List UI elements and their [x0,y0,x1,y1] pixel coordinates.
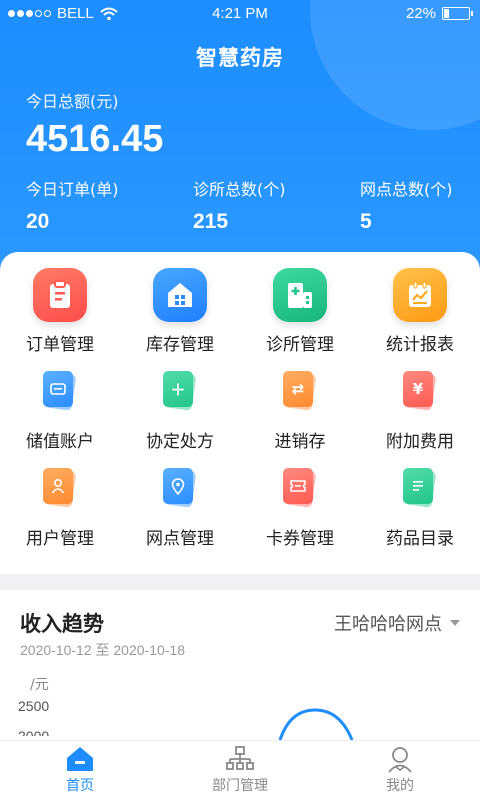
menu-item-additional-fees[interactable]: ¥ 附加费用 [360,365,480,462]
trend-date-range: 2020-10-12 至 2020-10-18 [20,642,186,658]
stat-outlets: 网点总数(个) 5 [360,176,453,234]
battery-icon [442,7,473,20]
outlet-selector-value: 王哈哈哈网点 [334,614,442,635]
page-title: 智慧药房 [196,46,284,70]
trend-line-chart [278,708,354,740]
today-total-label: 今日总额(元) [26,92,119,111]
stat-orders: 今日订单(单) 20 [26,176,119,234]
menu-item-label: 订单管理 [26,335,94,355]
menu-item-label: 诊所管理 [266,335,334,355]
menu-item-inventory-management[interactable]: 库存管理 [120,268,240,365]
menu-item-order-management[interactable]: 订单管理 [0,268,120,365]
stat-value: 215 [193,210,229,233]
menu-item-label: 卡券管理 [266,529,334,549]
menu-item-purchase-sale-stock[interactable]: ⇄ 进销存 [240,365,360,462]
tab-label: 首页 [66,778,94,794]
stat-value: 20 [26,210,50,233]
tab-label: 部门管理 [212,778,268,794]
function-menu-card: 订单管理 库存管理 诊所管理 统计报表 储值账户 ＋ 协定处方 ⇄ 进销存 ¥ … [0,252,480,574]
tab-home[interactable]: 首页 [0,741,160,800]
menu-item-label: 用户管理 [26,529,94,549]
prescription-icon: ＋ [153,365,207,419]
stat-label: 网点总数(个) [360,180,453,199]
menu-item-outlet-management[interactable]: 网点管理 [120,462,240,559]
wallet-card-icon [33,365,87,419]
org-chart-icon [226,746,254,770]
coupon-icon [273,462,327,516]
menu-item-statistics-report[interactable]: 统计报表 [360,268,480,365]
tab-department-management[interactable]: 部门管理 [160,741,320,800]
stat-value: 5 [360,210,372,233]
menu-item-label: 进销存 [274,432,326,452]
function-grid: 订单管理 库存管理 诊所管理 统计报表 储值账户 ＋ 协定处方 ⇄ 进销存 ¥ … [0,268,480,559]
dashboard-header: BELL 4:21 PM 22% 智慧药房 今日总额(元) 4516.45 今日… [0,0,480,270]
chart-report-icon [393,268,447,322]
today-total-value: 4516.45 [26,118,164,160]
menu-item-drug-catalog[interactable]: 药品目录 [360,462,480,559]
menu-item-label: 网点管理 [146,529,214,549]
profile-icon [388,747,412,773]
trend-title: 收入趋势 [20,612,104,636]
menu-item-label: 药品目录 [386,529,454,549]
tab-label: 我的 [386,778,414,794]
stat-clinics: 诊所总数(个) 215 [193,176,286,234]
warehouse-icon [153,268,207,322]
catalog-icon [393,462,447,516]
bottom-tab-bar: 首页 部门管理 我的 [0,740,480,800]
stat-label: 今日订单(单) [26,180,119,199]
menu-item-label: 协定处方 [146,432,214,452]
clinic-icon [273,268,327,322]
menu-item-agreed-prescription[interactable]: ＋ 协定处方 [120,365,240,462]
menu-item-coupon-management[interactable]: 卡券管理 [240,462,360,559]
battery-percent: 22% [405,5,436,22]
menu-item-label: 库存管理 [146,335,214,355]
menu-item-label: 储值账户 [26,432,94,452]
menu-item-label: 附加费用 [386,432,454,452]
location-icon [153,462,207,516]
clipboard-icon [33,268,87,322]
income-trend-section: 收入趋势 王哈哈哈网点 2020-10-12 至 2020-10-18 /元 2… [0,590,480,740]
home-icon [67,747,93,771]
yen-fee-icon: ¥ [393,365,447,419]
outlet-selector[interactable]: 王哈哈哈网点 [334,610,460,636]
user-icon [33,462,87,516]
caret-down-icon [450,620,460,626]
menu-item-label: 统计报表 [386,335,454,355]
menu-item-stored-value-account[interactable]: 储值账户 [0,365,120,462]
trend-line [278,708,354,740]
menu-item-user-management[interactable]: 用户管理 [0,462,120,559]
menu-item-clinic-management[interactable]: 诊所管理 [240,268,360,365]
exchange-icon: ⇄ [273,365,327,419]
stat-label: 诊所总数(个) [193,180,286,199]
tab-mine[interactable]: 我的 [320,741,480,800]
status-bar: BELL 4:21 PM 22% [0,0,480,28]
